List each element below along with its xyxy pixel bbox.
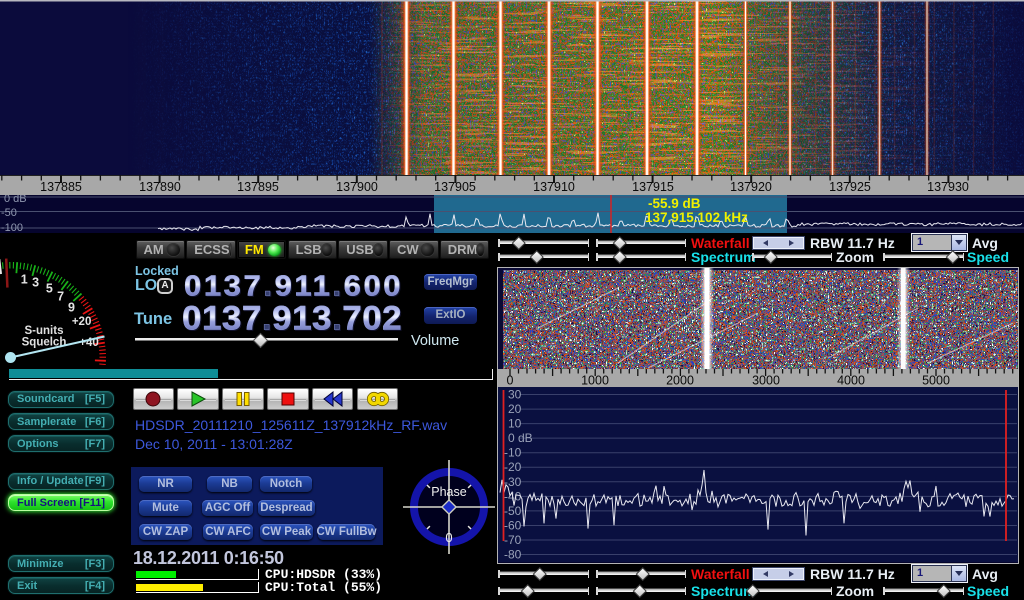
svg-text:3000: 3000 (752, 374, 780, 388)
svg-text:7: 7 (57, 290, 64, 304)
svg-text:10: 10 (508, 417, 522, 431)
svg-text:9: 9 (68, 300, 75, 314)
svg-text:137,915.102 kHz: 137,915.102 kHz (645, 210, 748, 225)
svg-text:-55.9 dB: -55.9 dB (648, 196, 701, 211)
svg-text:5: 5 (46, 282, 53, 296)
svg-text:-100: -100 (1, 222, 23, 233)
svg-text:0 dB: 0 dB (508, 431, 533, 445)
svg-text:-20: -20 (504, 460, 522, 474)
svg-text:137915: 137915 (632, 180, 674, 194)
svg-text:3: 3 (32, 276, 39, 290)
svg-text:+20: +20 (72, 316, 92, 328)
svg-text:5000: 5000 (922, 374, 950, 388)
svg-text:-10: -10 (504, 446, 522, 460)
svg-text:2000: 2000 (666, 374, 694, 388)
svg-text:-50: -50 (1, 207, 17, 219)
svg-text:137905: 137905 (434, 180, 476, 194)
svg-text:S-units: S-units (25, 325, 64, 337)
svg-text:-60: -60 (504, 519, 522, 533)
svg-text:137895: 137895 (237, 180, 279, 194)
svg-text:1000: 1000 (581, 374, 609, 388)
svg-text:4000: 4000 (837, 374, 865, 388)
svg-text:137930: 137930 (927, 180, 969, 194)
svg-text:0 dB: 0 dB (4, 195, 27, 205)
svg-text:137925: 137925 (829, 180, 871, 194)
svg-text:137890: 137890 (139, 180, 181, 194)
svg-text:137885: 137885 (40, 180, 82, 194)
svg-text:137900: 137900 (336, 180, 378, 194)
svg-text:-70: -70 (504, 533, 522, 547)
svg-text:-80: -80 (504, 548, 522, 562)
svg-text:137910: 137910 (533, 180, 575, 194)
svg-text:137920: 137920 (730, 180, 772, 194)
svg-text:-30: -30 (504, 475, 522, 489)
svg-text:0: 0 (507, 374, 514, 388)
svg-text:1: 1 (21, 273, 28, 287)
svg-text:0: 0 (445, 530, 452, 545)
svg-text:Phase: Phase (431, 485, 466, 499)
svg-text:30: 30 (508, 388, 522, 402)
svg-text:-50: -50 (504, 504, 522, 518)
svg-text:20: 20 (508, 402, 522, 416)
